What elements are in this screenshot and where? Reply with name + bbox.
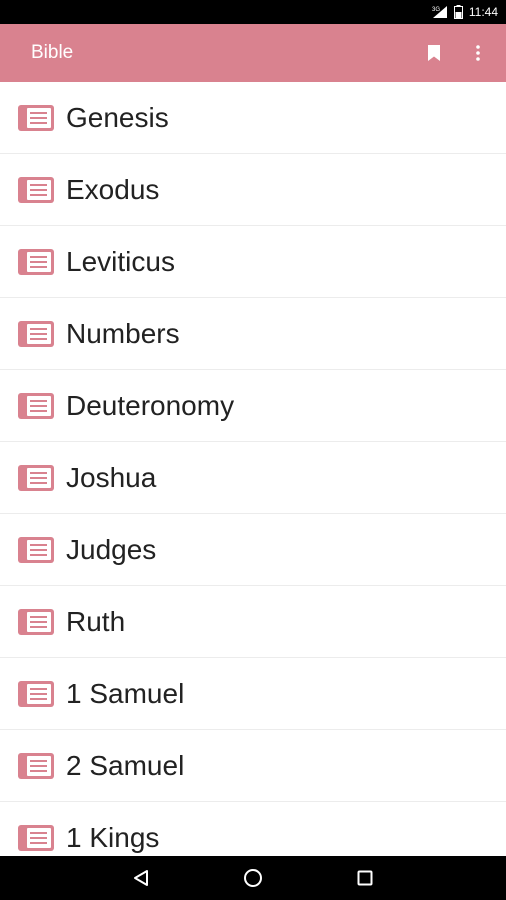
navigation-bar: [0, 856, 506, 900]
bookmark-icon: [427, 44, 441, 62]
book-label: Ruth: [66, 605, 126, 637]
back-button[interactable]: [129, 866, 153, 890]
list-item-book[interactable]: Numbers: [0, 298, 506, 370]
recents-icon: [357, 870, 373, 886]
list-item-book[interactable]: Leviticus: [0, 226, 506, 298]
status-time: 11:44: [468, 5, 498, 19]
book-list: Genesis Exodus Leviticus Numbers Deutero…: [0, 82, 506, 856]
book-icon: [18, 464, 54, 491]
list-item-book[interactable]: Joshua: [0, 442, 506, 514]
page-title: Bible: [31, 42, 74, 63]
status-bar: 3G 11:44: [0, 0, 506, 24]
book-label: Deuteronomy: [66, 389, 235, 421]
battery-icon: [453, 5, 463, 19]
book-icon: [18, 608, 54, 635]
book-label: Exodus: [66, 173, 160, 205]
list-item-book[interactable]: 2 Samuel: [0, 730, 506, 802]
back-icon: [133, 869, 149, 887]
list-item-book[interactable]: Exodus: [0, 154, 506, 226]
more-options-button[interactable]: [468, 41, 488, 65]
book-label: Leviticus: [66, 245, 175, 277]
bookmark-button[interactable]: [424, 41, 444, 65]
book-label: Joshua: [66, 461, 157, 493]
book-icon: [18, 320, 54, 347]
book-icon: [18, 176, 54, 203]
book-icon: [18, 680, 54, 707]
book-icon: [18, 248, 54, 275]
more-vert-icon: [476, 45, 480, 61]
list-item-book[interactable]: 1 Samuel: [0, 658, 506, 730]
book-label: Genesis: [66, 101, 169, 133]
list-item-book[interactable]: 1 Kings: [0, 802, 506, 856]
book-label: 1 Samuel: [66, 677, 185, 709]
home-icon: [243, 868, 263, 888]
list-item-book[interactable]: Deuteronomy: [0, 370, 506, 442]
signal-icon: 3G: [432, 5, 448, 19]
svg-text:3G: 3G: [432, 7, 440, 13]
home-button[interactable]: [241, 866, 265, 890]
app-bar: Bible: [0, 24, 506, 82]
book-icon: [18, 752, 54, 779]
book-icon: [18, 104, 54, 131]
book-label: 1 Kings: [66, 821, 160, 853]
book-icon: [18, 392, 54, 419]
book-label: 2 Samuel: [66, 749, 185, 781]
list-item-book[interactable]: Ruth: [0, 586, 506, 658]
book-icon: [18, 824, 54, 851]
book-label: Judges: [66, 533, 157, 565]
app-actions: [424, 41, 488, 65]
list-item-book[interactable]: Genesis: [0, 82, 506, 154]
book-label: Numbers: [66, 317, 180, 349]
recents-button[interactable]: [353, 866, 377, 890]
book-icon: [18, 536, 54, 563]
list-item-book[interactable]: Judges: [0, 514, 506, 586]
